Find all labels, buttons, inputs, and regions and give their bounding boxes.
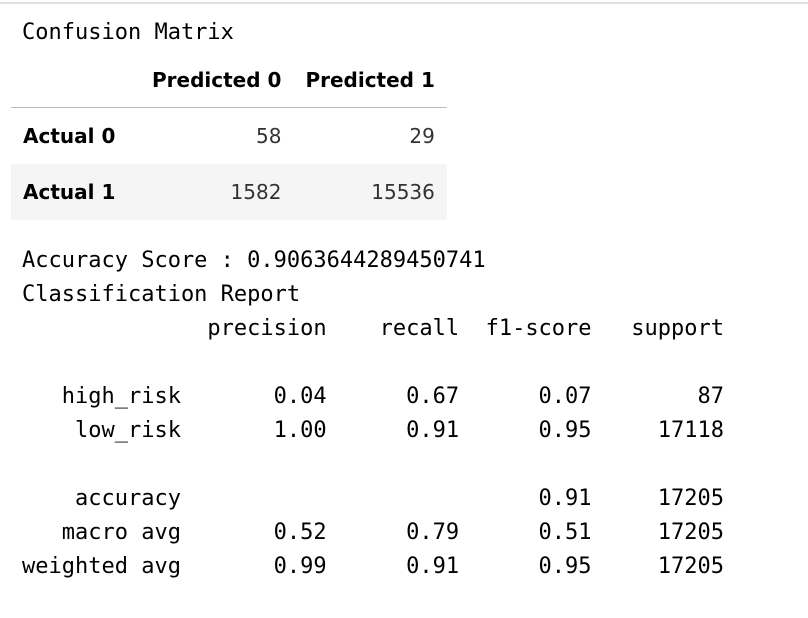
accuracy-score-line: Accuracy Score : 0.9063644289450741 <box>22 248 486 273</box>
row-header: Actual 1 <box>23 179 116 204</box>
confusion-matrix-title: Confusion Matrix <box>22 20 234 45</box>
table-cell: 1582 <box>230 179 282 204</box>
confusion-matrix-table: Predicted 0 Predicted 1 Actual 0 58 29 A… <box>11 52 447 220</box>
table-header-row: Predicted 0 Predicted 1 <box>11 52 447 108</box>
column-header: Predicted 1 <box>293 52 447 108</box>
report-blank-line <box>22 346 724 380</box>
report-line-low-risk: low_risk 1.00 0.91 0.95 17118 <box>22 418 724 443</box>
table-cell: 58 <box>255 123 282 148</box>
report-line-macro-avg: macro avg 0.52 0.79 0.51 17205 <box>22 520 724 545</box>
output-text-block: Accuracy Score : 0.9063644289450741 Class… <box>22 244 724 584</box>
table-corner-cell <box>11 52 140 108</box>
table-row: Actual 0 58 29 <box>11 108 447 164</box>
report-line-high-risk: high_risk 0.04 0.67 0.07 87 <box>22 384 724 409</box>
classification-report-title: Classification Report <box>22 282 301 307</box>
cell-top-border <box>0 0 808 4</box>
report-line-accuracy: accuracy 0.91 17205 <box>22 486 724 511</box>
row-header: Actual 0 <box>23 123 116 148</box>
report-line-weighted-avg: weighted avg 0.99 0.91 0.95 17205 <box>22 554 724 579</box>
table-row: Actual 1 1582 15536 <box>11 163 447 220</box>
column-header: Predicted 0 <box>140 52 294 108</box>
table-cell: 29 <box>409 123 435 148</box>
report-blank-line <box>22 448 724 482</box>
report-header-line: precision recall f1-score support <box>22 316 724 341</box>
table-cell: 15536 <box>371 179 435 204</box>
